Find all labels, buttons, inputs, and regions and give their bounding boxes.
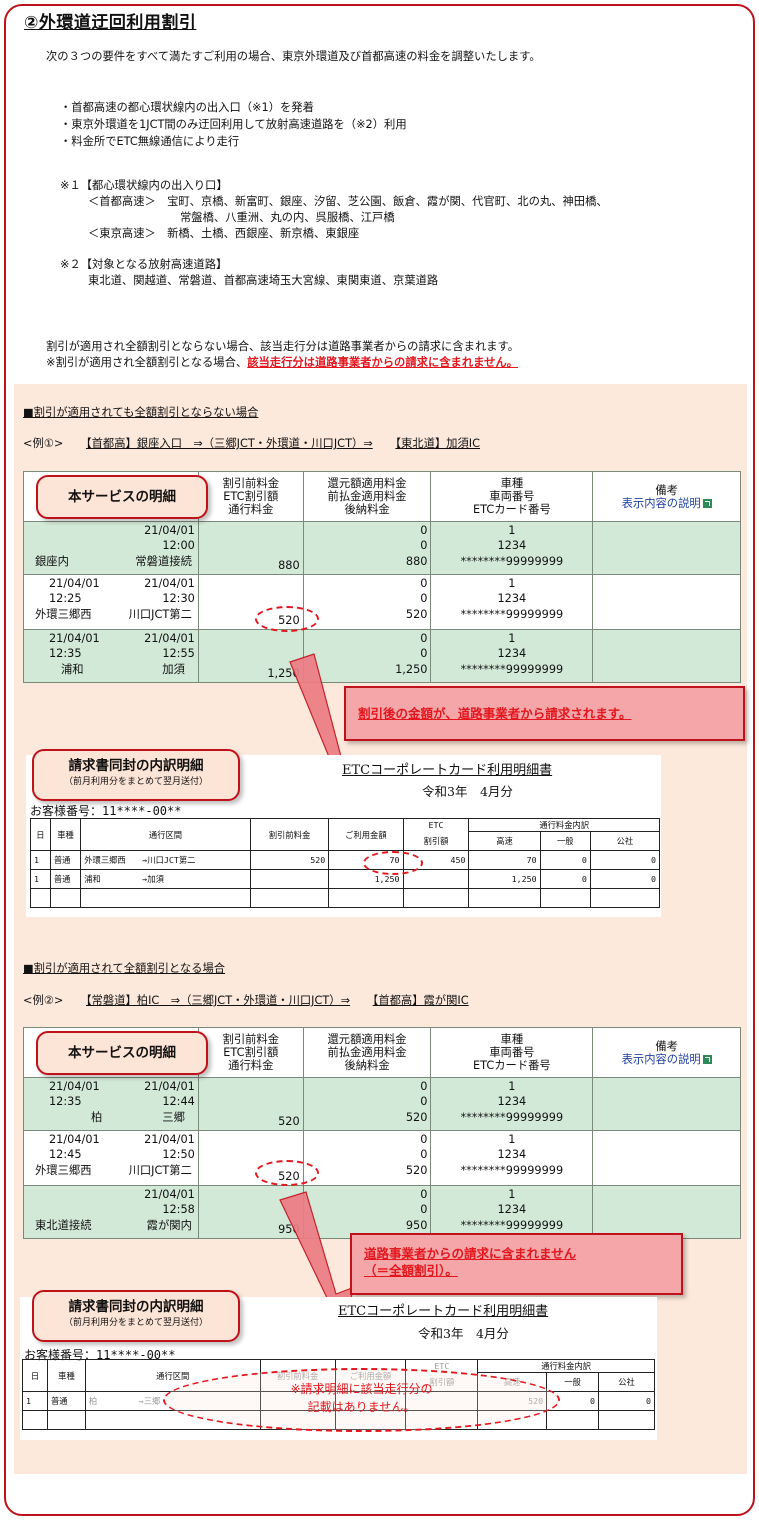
datetime-cell: 21/04/01 12:58 東北道接続 霞が関内 <box>23 1185 199 1239</box>
service-detail-bubble: 本サービスの明細 <box>36 475 208 519</box>
invoice-table: 日車種 通行区間 割引前料金 ご利用金額 ETC 通行料金内訳 割引額 高速 一般 公社 1 普通… <box>30 818 661 908</box>
external-link-icon <box>702 1055 712 1064</box>
settle-cell: 0 0 520 <box>302 1077 432 1131</box>
highlight-ellipse <box>255 606 319 632</box>
datetime-cell: 21/04/01 21/04/01 12:35 12:55 浦和 加須 <box>23 629 199 683</box>
col-general: 一般 <box>539 831 591 851</box>
col-public: 公社 <box>589 831 661 851</box>
col-etc: ETC <box>402 818 470 832</box>
header-vehicle: 車種 車両番号 ETCカード番号 <box>430 471 594 522</box>
remarks-cell <box>592 574 741 630</box>
col-type: 車種 <box>49 818 82 851</box>
note1-line: ＜首都高速＞ 宝町、京橋、新富町、銀座、汐留、芝公園、飯倉、霞が関、代官町、北の… <box>88 195 608 208</box>
vehicle-cell: 1 1234 ********99999999 <box>430 1077 594 1131</box>
datetime-cell: 21/04/01 21/04/01 12:35 12:44 柏三郷 <box>23 1077 199 1131</box>
settle-cell: 0 0 880 <box>302 521 432 575</box>
external-link-icon <box>702 499 712 508</box>
col-prefee: 割引前料金 <box>249 818 330 851</box>
settle-cell: 0 0 520 <box>302 574 432 630</box>
datetime-cell: 21/04/01 21/04/01 12:45 12:50 外環三郷西 川口JCT第二 <box>23 1130 199 1186</box>
header-remarks: 備考 表示内容の説明 <box>592 471 741 522</box>
vehicle-cell: 1 1234 ********99999999 <box>430 1130 594 1186</box>
footer-note: 割引が適用され全額割引とならない場合、該当走行分は道路事業者からの請求に含まれま… <box>46 340 520 353</box>
example1-route: <例①> 【首都高】銀座入口 ⇒（三郷JCT・外環道・川口JCT）⇒ 【東北道】… <box>23 437 480 450</box>
invoice-row: 1 普通 外環三郷西 →川口JCT第二 520 70 450 70 0 0 <box>30 850 661 870</box>
example2-route: <例②> 【常磐道】柏IC ⇒（三郷JCT・外環道・川口JCT）⇒ 【首都高】霞… <box>23 994 469 1007</box>
highlight-ellipse <box>363 851 423 875</box>
explanation-link[interactable]: 表示内容の説明 <box>622 1053 701 1066</box>
header-fee: 割引前料金 ETC割引額 通行料金 <box>197 1027 304 1078</box>
customer-number: お客様番号：11****-00** <box>30 804 182 818</box>
remarks-cell <box>592 521 741 575</box>
header-fee: 割引前料金 ETC割引額 通行料金 <box>197 471 304 522</box>
remarks-cell <box>592 1130 741 1186</box>
vehicle-cell: 1 1234 ********99999999 <box>430 574 594 630</box>
fee-cell: 880 <box>197 521 304 575</box>
remarks-cell <box>592 629 741 683</box>
requirement-item: ・東京外環道を1JCT間のみ迂回利用して放射高速道路を（※2）利用 <box>60 118 407 131</box>
intro-text: 次の３つの要件をすべて満たすご利用の場合、東京外環道及び首都高速の料金を調整いた… <box>46 50 541 63</box>
table-row: 21/04/01 12:00 銀座内 常磐道接続 880 0 0 880 1 1234 ***… <box>23 521 741 575</box>
invoice-bubble: 請求書同封の内訳明細 （前月利用分をまとめて翌月送付） <box>32 749 240 801</box>
invoice-title: ETCコーポレートカード利用明細書 <box>342 763 553 778</box>
fee-cell: 520 <box>197 1077 304 1131</box>
col-highway: 高速 <box>468 831 541 851</box>
remarks-cell <box>592 1077 741 1131</box>
table-row: 21/04/01 21/04/01 12:35 12:55 浦和 加須 1,250 001… <box>23 629 741 683</box>
table-row: 21/04/01 21/04/01 12:25 12:30 外環三郷西 川口JCT第二 5… <box>23 574 741 630</box>
datetime-cell: 21/04/01 21/04/01 12:25 12:30 外環三郷西 川口JCT第二 <box>23 574 199 630</box>
highlight-ellipse <box>255 1160 319 1186</box>
note1-line: 常盤橋、八重洲、丸の内、呉服橋、江戸橋 <box>180 211 395 224</box>
header-remarks: 備考 表示内容の説明 <box>592 1027 741 1078</box>
table-row: 21/04/01 12:58 東北道接続 霞が関内 950 0 0 950 1 1234 **… <box>23 1185 741 1239</box>
settle-cell: 0 0 520 <box>302 1130 432 1186</box>
section1-heading: ■割引が適用されても全額割引とならない場合 <box>23 406 259 419</box>
header-settle: 還元額適用料金 前払金適用料金 後納料金 <box>302 1027 432 1078</box>
col-discount: 割引額 <box>402 831 470 851</box>
section2-heading: ■割引が適用されて全額割引となる場合 <box>23 962 226 975</box>
callout-billed: 割引後の金額が、道路事業者から請求されます。 <box>344 686 745 741</box>
col-route: 通行区間 <box>80 818 251 851</box>
vehicle-cell: 1 1234 ********99999999 <box>430 629 594 683</box>
invoice-bubble: 請求書同封の内訳明細 （前月利用分をまとめて翌月送付） <box>32 1290 240 1342</box>
note2-heading: ※２【対象となる放射高速道路】 <box>60 258 228 271</box>
vehicle-cell: 1 1234 ********99999999 <box>430 1185 594 1239</box>
service-detail-bubble: 本サービスの明細 <box>36 1031 208 1075</box>
no-entry-note: ※請求明細に該当走行分の 記載はありません。 <box>290 1382 433 1414</box>
header-vehicle: 車種 車両番号 ETCカード番号 <box>430 1027 594 1078</box>
col-day: 日 <box>30 818 51 851</box>
col-amount: ご利用金額 <box>328 818 404 851</box>
requirement-item: ・首都高速の都心環状線内の出入口（※1）を発着 <box>60 101 314 114</box>
requirement-item: ・料金所でETC無線通信により走行 <box>60 135 240 148</box>
remarks-cell <box>592 1185 741 1239</box>
callout-not-billed: 道路事業者からの請求に含まれません （＝全額割引）。 <box>350 1233 683 1295</box>
invoice-month: 令和3年 4月分 <box>418 1326 509 1341</box>
note2-line: 東北道、関越道、常磐道、首都高速埼玉大宮線、東関東道、京葉道路 <box>88 274 439 287</box>
explanation-link[interactable]: 表示内容の説明 <box>622 497 701 510</box>
col-breakdown: 通行料金内訳 <box>468 818 660 832</box>
note1-heading: ※１【都心環状線内の出入り口】 <box>60 179 228 192</box>
table-row: 21/04/01 21/04/01 12:45 12:50 外環三郷西 川口JCT第二 5… <box>23 1130 741 1186</box>
note1-line: ＜東京高速＞ 新橋、土橋、西銀座、新京橋、東銀座 <box>88 227 360 240</box>
footer-note-2: ※割引が適用され全額割引となる場合、該当走行分は道路事業者からの請求に含まれませ… <box>46 356 518 369</box>
vehicle-cell: 1 1234 ********99999999 <box>430 521 594 575</box>
invoice-row: 1 普通 浦和 →加須 1,250 1,250 0 0 <box>30 869 661 889</box>
invoice-title: ETCコーポレートカード利用明細書 <box>338 1304 549 1319</box>
header-settle: 還元額適用料金 前払金適用料金 後納料金 <box>302 471 432 522</box>
page-title: ②外環道迂回利用割引 <box>24 13 197 33</box>
table-row: 21/04/01 21/04/01 12:35 12:44 柏三郷 520 0 0 520 … <box>23 1077 741 1131</box>
invoice-month: 令和3年 4月分 <box>422 784 513 799</box>
datetime-cell: 21/04/01 12:00 銀座内 常磐道接続 <box>23 521 199 575</box>
